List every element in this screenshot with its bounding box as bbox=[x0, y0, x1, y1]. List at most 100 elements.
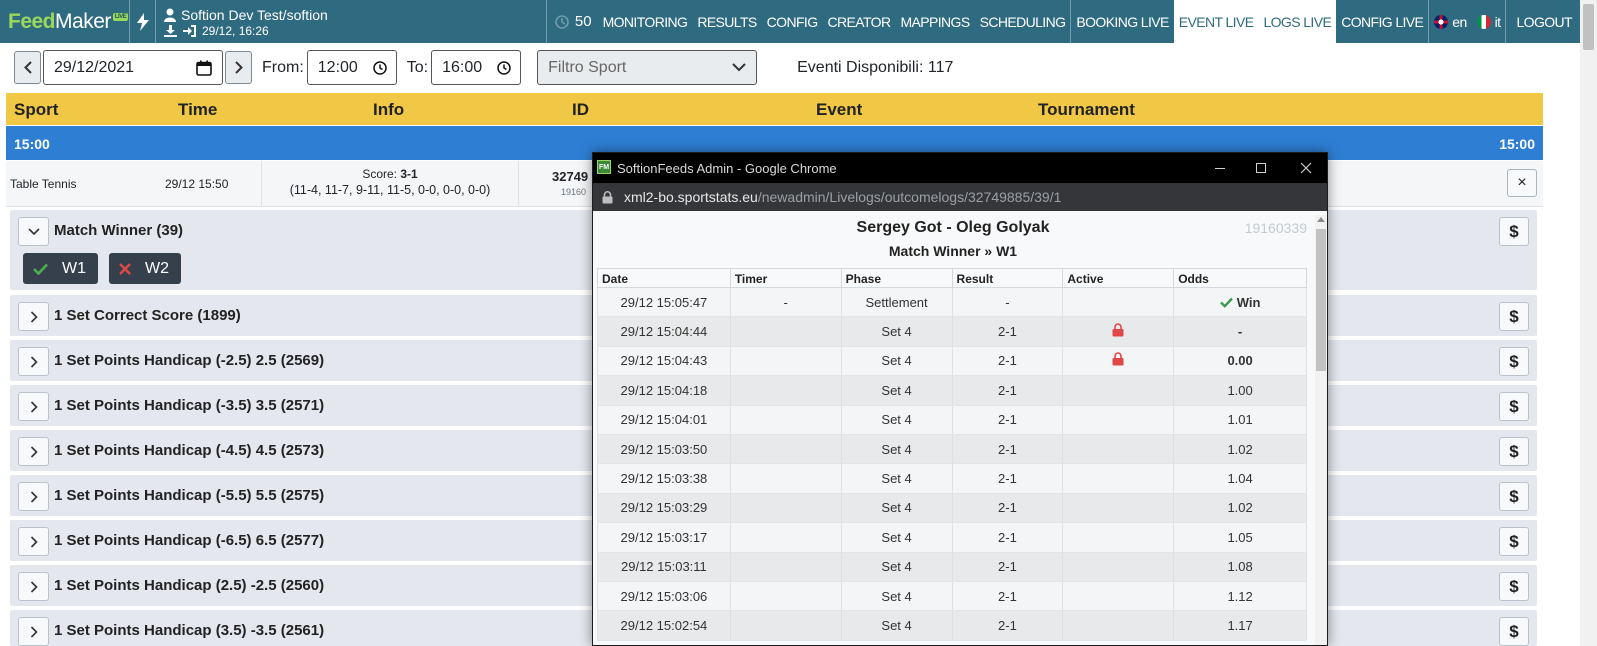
nav-mappings[interactable]: MAPPINGS bbox=[895, 0, 974, 43]
cell-timer bbox=[729, 316, 842, 347]
odds-value: Win bbox=[1236, 294, 1261, 310]
odds-button[interactable]: $ bbox=[1499, 617, 1529, 646]
download-icon[interactable] bbox=[164, 25, 177, 37]
window-title: SoftionFeeds Admin - Google Chrome bbox=[617, 161, 837, 176]
market-name: 1 Set Correct Score (1899) bbox=[54, 307, 241, 324]
cell-active bbox=[1062, 316, 1175, 347]
odds-button[interactable]: $ bbox=[1499, 437, 1529, 466]
app-favicon: FM bbox=[597, 160, 611, 174]
expand-toggle[interactable] bbox=[18, 482, 49, 511]
event-sport: Table Tennis bbox=[10, 177, 77, 191]
nav-logs-live[interactable]: LOGS LIVE bbox=[1258, 0, 1337, 43]
table-row: 29/12 15:02:54 Set 4 2-1 1.17 bbox=[597, 610, 1307, 641]
cell-active bbox=[1062, 581, 1175, 612]
calendar-icon[interactable] bbox=[196, 60, 212, 76]
expand-toggle[interactable] bbox=[18, 392, 49, 421]
collapse-toggle[interactable] bbox=[18, 217, 49, 246]
odds-button[interactable]: $ bbox=[1499, 347, 1529, 376]
sport-filter-select[interactable]: Filtro Sport bbox=[537, 50, 758, 85]
feedmaker-logo[interactable]: Feed Maker LIVE bbox=[0, 0, 130, 43]
nav-creator[interactable]: CREATOR bbox=[823, 0, 896, 43]
nav-booking-live[interactable]: BOOKING LIVE bbox=[1071, 0, 1173, 43]
nav-scheduling[interactable]: SCHEDULING bbox=[975, 0, 1071, 43]
cell-result: 2-1 bbox=[951, 375, 1064, 406]
expand-toggle[interactable] bbox=[18, 617, 49, 646]
cell-date: 29/12 15:03:11 bbox=[597, 552, 731, 582]
odds-button[interactable]: $ bbox=[1499, 572, 1529, 601]
lang-it-label: it bbox=[1494, 13, 1501, 30]
nav-results[interactable]: RESULTS bbox=[692, 0, 761, 43]
nav-event-live[interactable]: EVENT LIVE bbox=[1173, 0, 1259, 43]
odds-value: 1.02 bbox=[1227, 500, 1253, 516]
odds-value: 1.12 bbox=[1227, 588, 1253, 604]
lang-it[interactable]: it bbox=[1472, 0, 1506, 43]
prev-day-button[interactable] bbox=[14, 51, 41, 84]
cell-phase: Set 4 bbox=[840, 610, 953, 641]
popup-content: Sergey Got - Oleg Golyak Match Winner » … bbox=[593, 211, 1327, 645]
clock-icon[interactable] bbox=[497, 60, 511, 75]
next-day-button[interactable] bbox=[225, 51, 252, 84]
clock-icon[interactable] bbox=[373, 60, 387, 75]
cell-odds: 1.01 bbox=[1173, 405, 1307, 435]
cell-active bbox=[1062, 522, 1175, 553]
page-scrollbar[interactable] bbox=[1580, 0, 1597, 646]
from-time-input[interactable]: 12:00 bbox=[306, 50, 397, 85]
event-subid: 19160 bbox=[561, 187, 587, 197]
cell-phase: Set 4 bbox=[840, 581, 953, 612]
nav-monitoring[interactable]: MONITORING bbox=[598, 0, 693, 43]
table-row: 29/12 15:03:50 Set 4 2-1 1.02 bbox=[597, 434, 1307, 465]
cell-odds: 1.04 bbox=[1173, 463, 1307, 494]
nav-config[interactable]: CONFIG bbox=[762, 0, 823, 43]
close-icon[interactable] bbox=[1296, 158, 1316, 178]
outcome-w2-button[interactable]: W2 bbox=[109, 253, 181, 284]
maximize-icon[interactable] bbox=[1251, 158, 1271, 178]
outcome-w1-button[interactable]: W1 bbox=[23, 253, 98, 284]
minimize-icon[interactable] bbox=[1210, 158, 1230, 178]
cell-active bbox=[1062, 463, 1175, 494]
bolt-icon[interactable] bbox=[130, 0, 156, 43]
cell-odds: - bbox=[1173, 316, 1307, 347]
history-icon bbox=[555, 14, 569, 29]
chevron-right-icon bbox=[30, 310, 38, 323]
page-scrollbar-thumb[interactable] bbox=[1583, 4, 1594, 50]
odds-button[interactable]: $ bbox=[1499, 482, 1529, 511]
to-label: To: bbox=[406, 58, 429, 76]
live-nav: BOOKING LIVE EVENT LIVE LOGS LIVE CONFIG… bbox=[1070, 0, 1428, 43]
table-row: 29/12 15:03:17 Set 4 2-1 1.05 bbox=[597, 522, 1307, 553]
expand-toggle[interactable] bbox=[18, 527, 49, 556]
close-event-button[interactable]: × bbox=[1507, 169, 1537, 197]
date-input[interactable]: 29/12/2021 bbox=[43, 50, 223, 85]
cell-date: 29/12 15:03:29 bbox=[597, 493, 731, 524]
filter-bar: 29/12/2021 From: 12:00 To: 16:00 Filtro … bbox=[14, 50, 953, 85]
cell-odds: 1.08 bbox=[1173, 552, 1307, 582]
nav-logout[interactable]: LOGOUT bbox=[1506, 0, 1580, 43]
odds-button[interactable]: $ bbox=[1499, 527, 1529, 556]
expand-toggle[interactable] bbox=[18, 347, 49, 376]
it-flag-icon bbox=[1476, 14, 1491, 29]
odds-button[interactable]: $ bbox=[1499, 217, 1529, 246]
expand-toggle[interactable] bbox=[18, 437, 49, 466]
odds-value: 1.02 bbox=[1227, 441, 1253, 457]
nav-config-live[interactable]: CONFIG LIVE bbox=[1336, 0, 1428, 43]
lang-en[interactable]: en bbox=[1429, 0, 1471, 43]
scroll-up-icon[interactable] bbox=[1317, 217, 1325, 222]
expand-toggle[interactable] bbox=[18, 302, 49, 331]
odds-button[interactable]: $ bbox=[1499, 302, 1529, 331]
address-bar[interactable]: xml2-bo.sportstats.eu/newadmin/Livelogs/… bbox=[593, 183, 1327, 211]
popup-scrollbar-thumb[interactable] bbox=[1316, 229, 1326, 371]
window-titlebar[interactable]: FM SoftionFeeds Admin - Google Chrome bbox=[593, 153, 1327, 183]
refresh-counter[interactable]: 50 bbox=[547, 0, 598, 43]
odds-button[interactable]: $ bbox=[1499, 392, 1529, 421]
cell-date: 29/12 15:04:01 bbox=[597, 405, 731, 435]
expand-toggle[interactable] bbox=[18, 572, 49, 601]
logout-group: LOGOUT bbox=[1505, 0, 1580, 43]
cell-result: 2-1 bbox=[951, 405, 1064, 435]
popup-scrollbar[interactable] bbox=[1315, 215, 1327, 645]
logo-maker: Maker bbox=[55, 9, 111, 33]
login-icon[interactable] bbox=[183, 25, 196, 37]
table-header-row: Date Timer Phase Result Active Odds bbox=[597, 268, 1307, 288]
table-row: 29/12 15:04:18 Set 4 2-1 1.00 bbox=[597, 375, 1307, 406]
to-time-input[interactable]: 16:00 bbox=[431, 50, 522, 85]
from-time-value: 12:00 bbox=[317, 58, 358, 76]
cell-phase: Set 4 bbox=[840, 463, 953, 494]
